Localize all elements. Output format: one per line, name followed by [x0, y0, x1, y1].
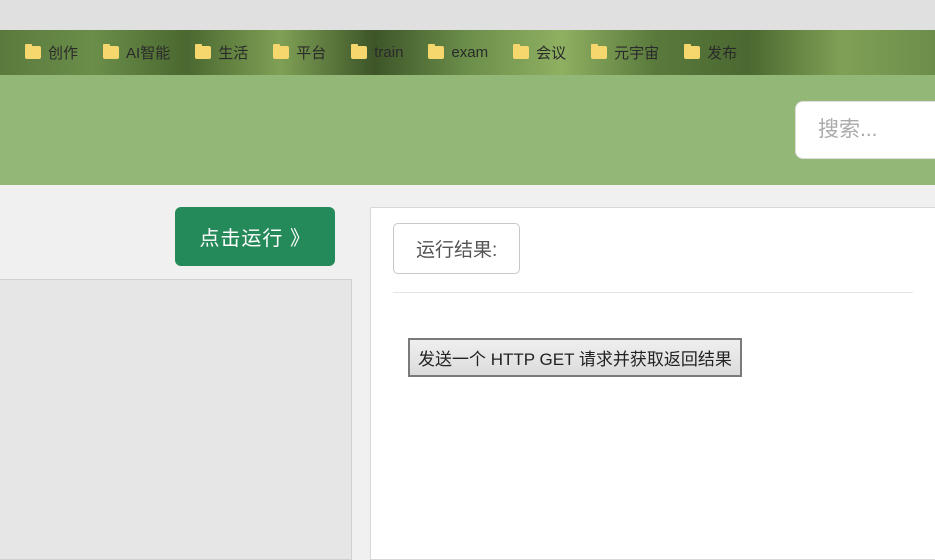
folder-icon: [591, 46, 607, 59]
send-http-get-button[interactable]: 发送一个 HTTP GET 请求并获取返回结果: [408, 338, 742, 377]
bookmark-item-shenghuo[interactable]: 生活: [185, 38, 258, 67]
bookmark-label: 平台: [296, 42, 326, 63]
folder-icon: [428, 46, 444, 59]
bookmark-item-exam[interactable]: exam: [418, 40, 498, 65]
bookmark-label: 发布: [707, 42, 737, 63]
bookmark-label: AI智能: [126, 42, 170, 63]
bookmark-label: train: [374, 44, 403, 61]
main-content: 点击运行 》 运行结果: 发送一个 HTTP GET 请求并获取返回结果: [0, 185, 935, 560]
bookmark-label: 会议: [536, 42, 566, 63]
search-input[interactable]: [795, 101, 935, 159]
folder-icon: [273, 46, 289, 59]
result-panel: 运行结果: 发送一个 HTTP GET 请求并获取返回结果: [370, 207, 935, 560]
folder-icon: [513, 46, 529, 59]
bookmark-item-ai[interactable]: AI智能: [93, 38, 180, 67]
run-button-row: 点击运行 》: [0, 207, 352, 279]
page-header: [0, 75, 935, 185]
bookmark-label: 生活: [218, 42, 248, 63]
bookmarks-bar: 创作 AI智能 生活 平台 train exam 会议 元宇宙 发布: [0, 30, 935, 75]
left-panel: 点击运行 》: [0, 207, 352, 560]
result-header-label: 运行结果:: [393, 223, 520, 274]
bookmark-label: exam: [451, 44, 488, 61]
bookmark-label: 元宇宙: [614, 42, 659, 63]
code-editor-area[interactable]: [0, 279, 352, 560]
folder-icon: [684, 46, 700, 59]
bookmark-item-huiyi[interactable]: 会议: [503, 38, 576, 67]
bookmark-item-pingtai[interactable]: 平台: [263, 38, 336, 67]
folder-icon: [195, 46, 211, 59]
folder-icon: [25, 46, 41, 59]
run-button[interactable]: 点击运行 》: [175, 207, 335, 266]
bookmark-item-fabu[interactable]: 发布: [674, 38, 747, 67]
result-header: 运行结果:: [393, 223, 913, 293]
folder-icon: [351, 46, 367, 59]
result-body: 发送一个 HTTP GET 请求并获取返回结果: [393, 293, 913, 544]
bookmark-item-chuangzuo[interactable]: 创作: [15, 38, 88, 67]
bookmark-item-yuanyuzhou[interactable]: 元宇宙: [581, 38, 669, 67]
folder-icon: [103, 46, 119, 59]
bookmark-item-train[interactable]: train: [341, 40, 413, 65]
browser-chrome-top: [0, 0, 935, 30]
bookmark-label: 创作: [48, 42, 78, 63]
